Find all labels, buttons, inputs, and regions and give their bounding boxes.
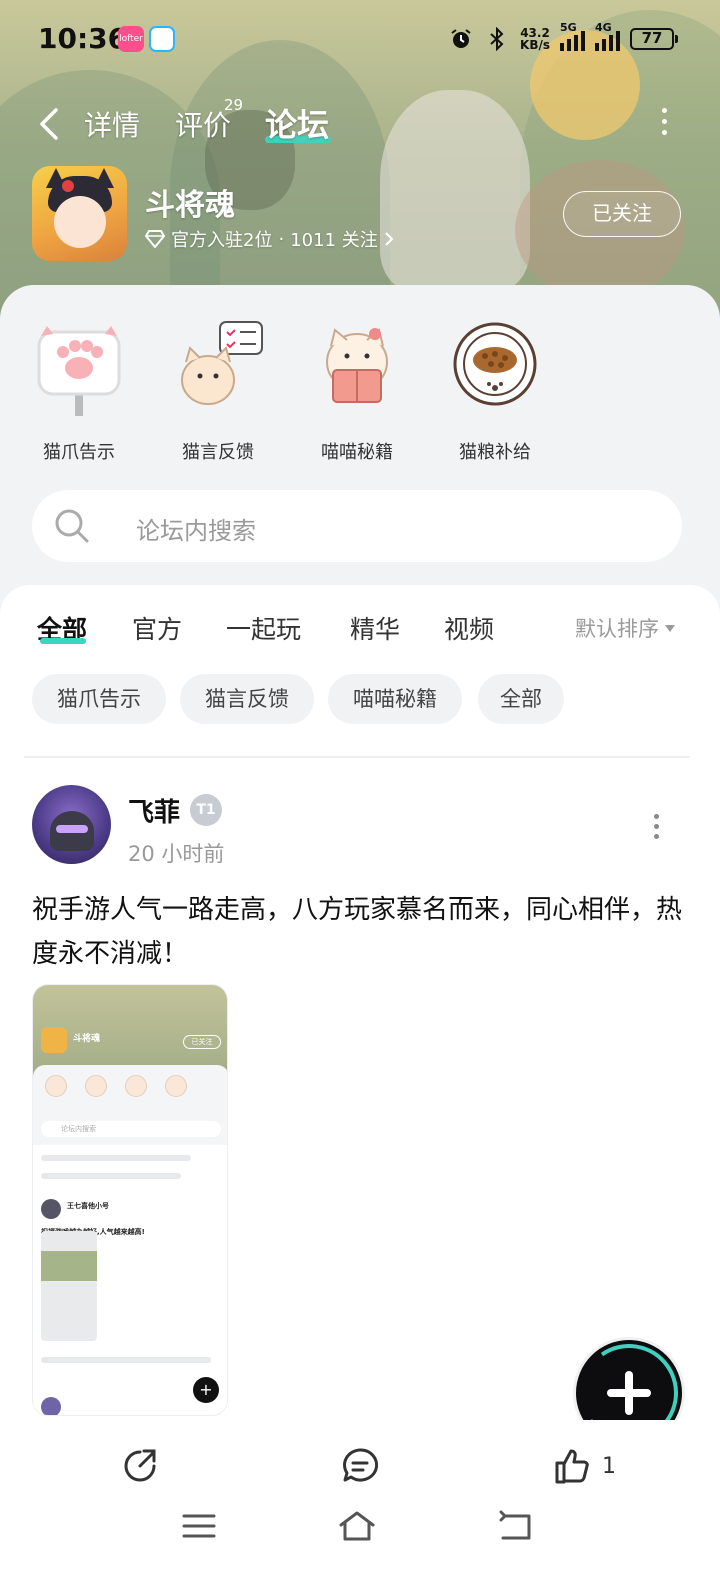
- menu-icon[interactable]: [181, 1510, 217, 1542]
- search-icon: [52, 506, 92, 546]
- forum-search-bar[interactable]: 论坛内搜索: [32, 490, 682, 562]
- search-placeholder: 论坛内搜索: [136, 517, 256, 545]
- caret-down-icon: [665, 624, 675, 632]
- quick-link-label: 猫言反馈: [182, 442, 254, 463]
- thumb-author: 王七喜他小号: [67, 1202, 109, 1210]
- diamond-icon: [145, 230, 165, 248]
- cat-book-icon: [311, 318, 403, 410]
- sort-label: 默认排序: [575, 617, 659, 641]
- quick-link-label: 猫爪告示: [43, 442, 115, 463]
- signal-label: 5G: [560, 21, 577, 34]
- official-rank: 官方入驻2位: [171, 230, 273, 251]
- paw-sign-icon: [33, 318, 125, 416]
- signal-4g-icon: 4G: [595, 21, 620, 51]
- quick-link-label: 喵喵秘籍: [321, 442, 393, 463]
- chip-cat-guide[interactable]: 喵喵秘籍: [328, 674, 462, 724]
- back-nav-icon[interactable]: [497, 1510, 533, 1542]
- feed-tab-play-together[interactable]: 一起玩: [226, 610, 301, 646]
- chip-cat-feedback[interactable]: 猫言反馈: [180, 674, 314, 724]
- character-art: [380, 90, 530, 290]
- more-options-icon[interactable]: [652, 108, 676, 138]
- divider: [24, 756, 690, 758]
- share-icon[interactable]: [120, 1446, 160, 1486]
- chip-paw-notice[interactable]: 猫爪告示: [32, 674, 166, 724]
- user-level-badge: T1: [190, 794, 222, 826]
- sort-dropdown[interactable]: 默认排序: [575, 613, 675, 643]
- home-icon[interactable]: [338, 1510, 375, 1542]
- thumb-follow: 已关注: [183, 1035, 221, 1049]
- network-speed: 43.2 KB/s: [520, 27, 550, 51]
- quick-link-label: 猫粮补给: [459, 442, 531, 463]
- clock: 10:36: [38, 22, 128, 55]
- comment-icon[interactable]: [340, 1446, 380, 1486]
- follower-count: 1011 关注: [290, 230, 378, 251]
- feed-tab-video[interactable]: 视频: [444, 610, 494, 646]
- post-image[interactable]: 斗将魂 已关注 论坛内搜索 王七喜他小号 祝福游戏越办越好,人气越来越高! +: [32, 984, 228, 1416]
- meta-separator: ·: [278, 228, 285, 250]
- chevron-right-icon: [385, 232, 394, 246]
- review-count-badge: 29: [224, 96, 244, 114]
- tab-details[interactable]: 详情: [84, 104, 140, 144]
- game-meta[interactable]: 官方入驻2位 · 1011 关注: [145, 226, 394, 252]
- back-icon[interactable]: [34, 104, 70, 144]
- tab-forum[interactable]: 论坛: [265, 100, 329, 146]
- battery-icon: 77: [630, 28, 678, 50]
- thumb-search: 论坛内搜索: [41, 1121, 221, 1137]
- post-more-icon[interactable]: [654, 814, 659, 839]
- quick-link-cat-food[interactable]: 猫粮补给: [435, 318, 555, 464]
- thumb-title: 斗将魂: [73, 1034, 101, 1044]
- feed-tab-indicator: [40, 638, 86, 644]
- status-bar: 10:36 lofter 43.2 KB/s 5G 4G 77: [0, 0, 720, 78]
- cat-feedback-icon: [172, 318, 264, 410]
- quick-link-cat-feedback[interactable]: 猫言反馈: [158, 318, 278, 464]
- game-icon[interactable]: [32, 166, 127, 261]
- feed-tab-featured[interactable]: 精华: [350, 610, 400, 646]
- game-title: 斗将魂: [145, 188, 235, 223]
- avatar[interactable]: [32, 785, 111, 864]
- lofter-app-icon: lofter: [118, 26, 144, 52]
- follow-button[interactable]: 已关注: [563, 191, 681, 237]
- like-count: 1: [602, 1454, 616, 1479]
- quick-link-cat-guide[interactable]: 喵喵秘籍: [297, 318, 417, 464]
- tab-reviews[interactable]: 评价: [175, 104, 231, 144]
- cat-food-bowl-icon: [449, 318, 541, 410]
- quick-link-paw-notice[interactable]: 猫爪告示: [19, 318, 139, 464]
- app-notification-icon: [149, 26, 175, 52]
- feed-tab-official[interactable]: 官方: [132, 610, 182, 646]
- bluetooth-icon: [484, 26, 510, 52]
- signal-5g-icon: 5G: [560, 21, 585, 51]
- post-time: 20 小时前: [128, 842, 225, 866]
- thumbs-up-icon[interactable]: [553, 1446, 593, 1486]
- net-speed-unit: KB/s: [520, 38, 550, 52]
- signal-label: 4G: [595, 21, 612, 34]
- alarm-icon: [448, 26, 474, 52]
- chip-all[interactable]: 全部: [478, 674, 564, 724]
- post-text[interactable]: 祝手游人气一路走高，八方玩家慕名而来，同心相伴，热度永不消减！: [32, 888, 692, 976]
- post-author[interactable]: 飞菲: [128, 792, 180, 829]
